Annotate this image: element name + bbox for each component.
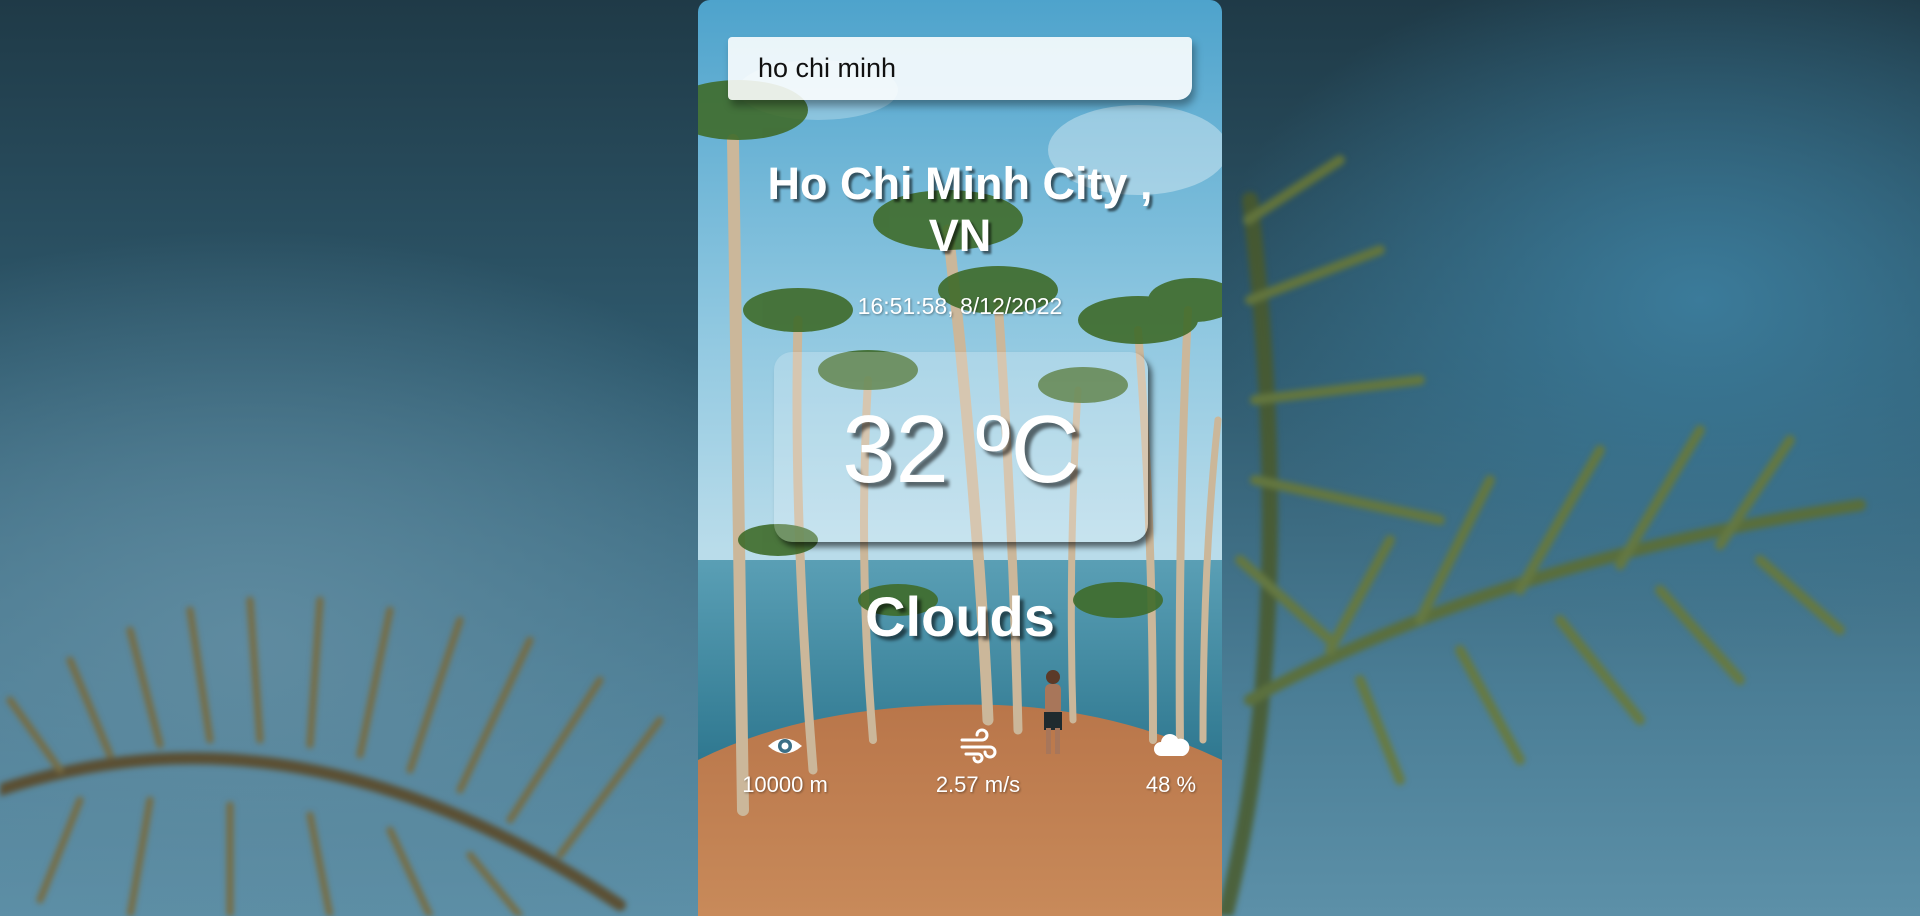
eye-icon (768, 738, 802, 754)
visibility-value: 10000 m (742, 772, 828, 797)
cloud-icon (1154, 734, 1190, 756)
city-search-input[interactable] (728, 37, 1192, 100)
wind-icon (960, 728, 997, 764)
weather-condition: Clouds (865, 585, 1055, 648)
cloudiness-value: 48 % (1145, 772, 1197, 797)
weather-card: Ho Chi Minh City , VN 16:51:58, 8/12/202… (698, 0, 1222, 916)
wind-speed-value: 2.57 m/s (935, 772, 1021, 797)
wind-stat: 2.57 m/s (898, 728, 1058, 798)
cloudiness-stat: 48 % (1091, 728, 1222, 798)
city-name-line: Ho Chi Minh City , (767, 158, 1153, 209)
visibility-stat: 10000 m (705, 728, 865, 798)
city-name-heading: Ho Chi Minh City , VN (718, 158, 1202, 262)
country-code: VN (928, 210, 992, 261)
local-datetime: 16:51:58, 8/12/2022 (857, 293, 1063, 319)
temperature-panel: 32 ºC (774, 352, 1148, 542)
temperature-value: 32 ºC (842, 396, 1080, 503)
weather-content: Ho Chi Minh City , VN 16:51:58, 8/12/202… (698, 0, 1222, 916)
